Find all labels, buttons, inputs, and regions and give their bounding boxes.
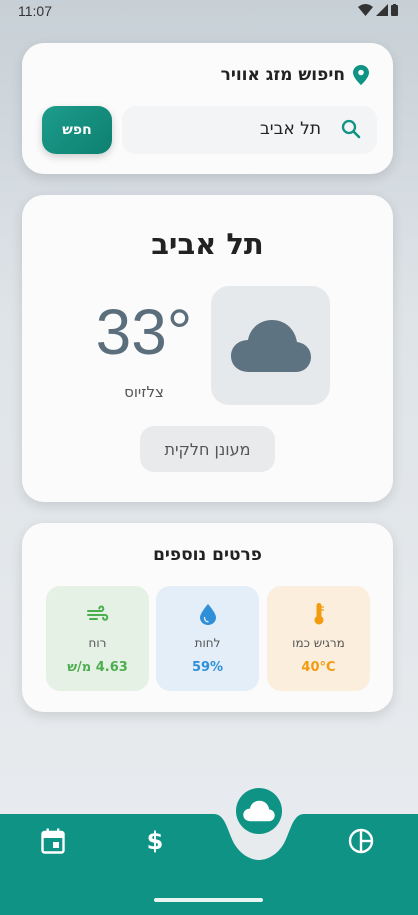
dollar-icon: $ — [146, 827, 164, 855]
city-name: תל אביב — [151, 227, 264, 261]
search-input-value: תל אביב — [259, 119, 321, 139]
wind-icon — [86, 605, 108, 621]
condition-chip: מעונן חלקית — [140, 426, 275, 472]
wind-label: רוח — [88, 636, 107, 650]
feels-like-tile: מרגיש כמו 40°C — [267, 586, 370, 691]
feels-like-value: 40°C — [301, 660, 336, 675]
battery-icon — [391, 4, 398, 16]
water-drop-icon — [199, 603, 216, 625]
feels-like-label: מרגיש כמו — [292, 636, 345, 650]
search-input[interactable]: תל אביב — [122, 106, 377, 154]
humidity-tile: לחות 59% — [156, 586, 259, 691]
system-icons — [358, 4, 398, 16]
humidity-value: 59% — [191, 660, 224, 675]
nav-currency[interactable]: $ — [140, 826, 170, 856]
signal-icon — [376, 4, 388, 16]
nav-weather[interactable] — [236, 788, 282, 834]
wind-tile: רוח 4.63 מ/ש — [46, 586, 149, 691]
current-weather-card: תל אביב 33° צלזיוס מעונן חלקית — [22, 195, 393, 502]
calendar-icon — [41, 828, 65, 854]
thermometer-icon — [314, 603, 324, 625]
location-pin-icon — [353, 65, 369, 85]
nav-calendar[interactable] — [38, 826, 68, 856]
wind-value: 4.63 מ/ש — [67, 660, 128, 675]
search-card-title: חיפוש מזג אוויר — [220, 65, 345, 85]
nav-chart[interactable] — [346, 826, 376, 856]
temperature-unit: צלזיוס — [124, 383, 164, 401]
details-title: פרטים נוספים — [153, 545, 262, 565]
search-button[interactable]: חפש — [42, 106, 112, 154]
details-card: פרטים נוספים מרגיש כמו 40°C לחות 59% רוח… — [22, 523, 393, 712]
home-indicator-bar — [154, 898, 263, 902]
temperature-value: 33° — [95, 296, 193, 368]
cloud-icon — [243, 800, 275, 822]
cloud-icon — [230, 319, 311, 372]
wifi-icon — [358, 4, 373, 16]
search-icon — [341, 119, 361, 139]
status-time: 11:07 — [18, 3, 52, 19]
weather-icon-box — [211, 286, 330, 405]
search-card: חיפוש מזג אוויר תל אביב חפש — [22, 43, 393, 174]
pie-chart-icon — [348, 828, 374, 854]
search-card-header: חיפוש מזג אוויר — [221, 65, 369, 85]
humidity-label: לחות — [194, 636, 221, 650]
status-bar: 11:07 — [0, 0, 418, 22]
